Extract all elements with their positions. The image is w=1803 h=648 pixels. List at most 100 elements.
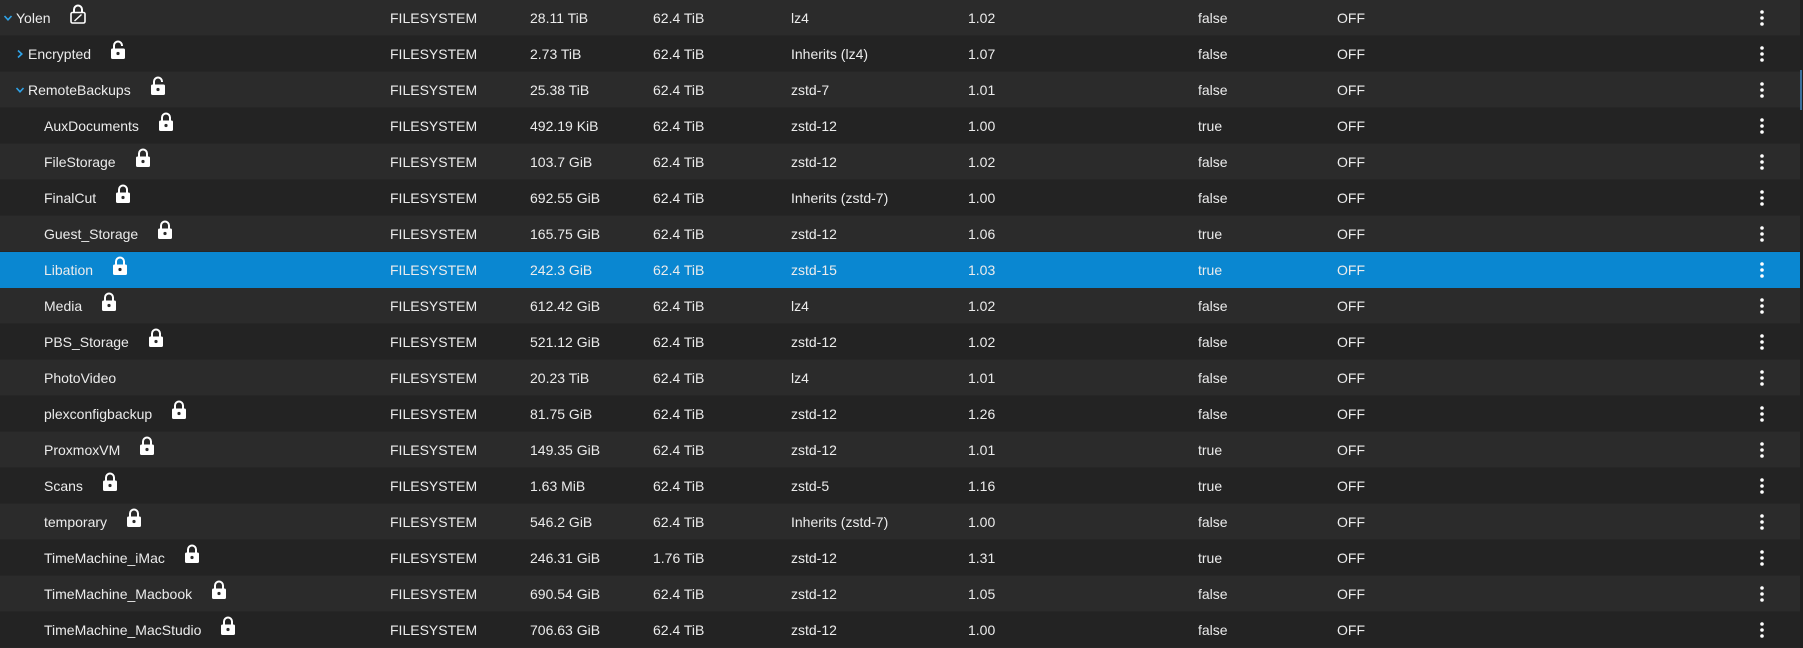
table-row[interactable]: ProxmoxVM FILESYSTEM 149.35 GiB 62.4 TiB zst…	[0, 432, 1800, 468]
more-vertical-icon[interactable]	[1759, 369, 1765, 387]
more-vertical-icon[interactable]	[1759, 225, 1765, 243]
table-row[interactable]: Media FILESYSTEM 612.42 GiB 62.4 TiB lz4 1.02…	[0, 288, 1800, 324]
row-actions-button[interactable]	[1750, 144, 1774, 180]
chevron-right-icon[interactable]	[12, 46, 28, 62]
more-vertical-icon[interactable]	[1759, 117, 1765, 135]
table-row[interactable]: Guest_Storage FILESYSTEM 165.75 GiB 62.4 Ti…	[0, 216, 1800, 252]
unlock-icon[interactable]	[149, 76, 167, 96]
dataset-name: PBS_Storage	[44, 334, 129, 350]
row-actions-button[interactable]	[1750, 36, 1774, 72]
dataset-name-cell[interactable]: Guest_Storage	[0, 216, 424, 252]
lock-icon[interactable]	[183, 544, 201, 564]
lock-icon[interactable]	[147, 328, 165, 348]
table-row[interactable]: FinalCut FILESYSTEM 692.55 GiB 62.4 TiB Inhe…	[0, 180, 1800, 216]
dataset-name-cell[interactable]: FileStorage	[0, 144, 424, 180]
dataset-name-cell[interactable]: TimeMachine_iMac	[0, 540, 424, 576]
row-actions-button[interactable]	[1750, 468, 1774, 504]
encryption-root-lock-icon[interactable]	[69, 4, 87, 24]
row-actions-button[interactable]	[1750, 432, 1774, 468]
table-row[interactable]: PBS_Storage FILESYSTEM 521.12 GiB 62.4 TiB z…	[0, 324, 1800, 360]
lock-icon[interactable]	[101, 472, 119, 492]
more-vertical-icon[interactable]	[1759, 585, 1765, 603]
dataset-name-cell[interactable]: FinalCut	[0, 180, 424, 216]
row-actions-button[interactable]	[1750, 396, 1774, 432]
dataset-type: FILESYSTEM	[390, 514, 478, 530]
table-row[interactable]: plexconfigbackup FILESYSTEM 81.75 GiB 62.4 …	[0, 396, 1800, 432]
lock-icon[interactable]	[114, 184, 132, 204]
unlock-icon[interactable]	[109, 40, 127, 60]
dataset-name-cell[interactable]: Media	[0, 288, 424, 324]
more-vertical-icon[interactable]	[1759, 45, 1765, 63]
lock-icon[interactable]	[111, 256, 129, 276]
lock-icon[interactable]	[219, 616, 237, 636]
table-row[interactable]: FileStorage FILESYSTEM 103.7 GiB 62.4 TiB zs…	[0, 144, 1800, 180]
dataset-name-cell[interactable]: Yolen	[0, 0, 380, 36]
table-row[interactable]: TimeMachine_MacStudio FILESYSTEM 706.63 Gi…	[0, 612, 1800, 648]
more-vertical-icon[interactable]	[1759, 81, 1765, 99]
more-vertical-icon[interactable]	[1759, 189, 1765, 207]
row-actions-button[interactable]	[1750, 612, 1774, 648]
scroll-indicator[interactable]	[1800, 70, 1802, 110]
lock-icon[interactable]	[170, 400, 188, 420]
lock-icon[interactable]	[100, 292, 118, 312]
dataset-name-cell[interactable]: Libation	[0, 252, 424, 288]
row-actions-button[interactable]	[1750, 324, 1774, 360]
row-actions-button[interactable]	[1750, 0, 1774, 36]
dataset-name-cell[interactable]: RemoteBackups	[0, 72, 392, 108]
dataset-name-cell[interactable]: TimeMachine_MacStudio	[0, 612, 424, 648]
row-actions-button[interactable]	[1750, 576, 1774, 612]
more-vertical-icon[interactable]	[1759, 405, 1765, 423]
more-vertical-icon[interactable]	[1759, 477, 1765, 495]
table-row[interactable]: PhotoVideo FILESYSTEM 20.23 TiB 62.4 TiB lz4…	[0, 360, 1800, 396]
chevron-down-icon[interactable]	[12, 82, 28, 98]
dataset-name-cell[interactable]: AuxDocuments	[0, 108, 424, 144]
more-vertical-icon[interactable]	[1759, 333, 1765, 351]
lock-icon[interactable]	[157, 112, 175, 132]
chevron-down-icon[interactable]	[0, 10, 16, 26]
dataset-readonly: false	[1198, 190, 1228, 206]
row-actions-button[interactable]	[1750, 216, 1774, 252]
dataset-name-cell[interactable]: ProxmoxVM	[0, 432, 424, 468]
dataset-rows: Yolen FILESYSTEM 28.11 TiB 62.4 TiB lz4 1.02 f…	[0, 0, 1803, 648]
dataset-name-cell[interactable]: temporary	[0, 504, 424, 540]
table-row[interactable]: TimeMachine_iMac FILESYSTEM 246.31 GiB 1.76…	[0, 540, 1800, 576]
row-actions-button[interactable]	[1750, 360, 1774, 396]
row-actions-button[interactable]	[1750, 72, 1774, 108]
dataset-readonly: false	[1198, 586, 1228, 602]
row-actions-button[interactable]	[1750, 288, 1774, 324]
row-actions-button[interactable]	[1750, 108, 1774, 144]
row-actions-button[interactable]	[1750, 180, 1774, 216]
more-vertical-icon[interactable]	[1759, 513, 1765, 531]
dataset-name-cell[interactable]: TimeMachine_Macbook	[0, 576, 424, 612]
lock-icon[interactable]	[134, 148, 152, 168]
table-row[interactable]: Yolen FILESYSTEM 28.11 TiB 62.4 TiB lz4 1.02 f…	[0, 0, 1800, 36]
dataset-name-cell[interactable]: PBS_Storage	[0, 324, 424, 360]
lock-icon[interactable]	[210, 580, 228, 600]
dataset-name-cell[interactable]: PhotoVideo	[0, 360, 424, 396]
table-row[interactable]: temporary FILESYSTEM 546.2 GiB 62.4 TiB Inhe…	[0, 504, 1800, 540]
row-actions-button[interactable]	[1750, 540, 1774, 576]
more-vertical-icon[interactable]	[1759, 297, 1765, 315]
table-row[interactable]: Encrypted FILESYSTEM 2.73 TiB 62.4 TiB Inher…	[0, 36, 1800, 72]
more-vertical-icon[interactable]	[1759, 153, 1765, 171]
row-actions-button[interactable]	[1750, 504, 1774, 540]
more-vertical-icon[interactable]	[1759, 549, 1765, 567]
lock-icon[interactable]	[125, 508, 143, 528]
dataset-type: FILESYSTEM	[390, 226, 478, 242]
lock-icon[interactable]	[138, 436, 156, 456]
dataset-dedup: OFF	[1337, 514, 1365, 530]
table-row[interactable]: AuxDocuments FILESYSTEM 492.19 KiB 62.4 TiB…	[0, 108, 1800, 144]
more-vertical-icon[interactable]	[1759, 441, 1765, 459]
dataset-name-cell[interactable]: plexconfigbackup	[0, 396, 424, 432]
table-row[interactable]: Libation FILESYSTEM 242.3 GiB 62.4 TiB zstd-…	[0, 252, 1800, 288]
more-vertical-icon[interactable]	[1759, 261, 1765, 279]
table-row[interactable]: Scans FILESYSTEM 1.63 MiB 62.4 TiB zstd-5 1.1…	[0, 468, 1800, 504]
lock-icon[interactable]	[156, 220, 174, 240]
more-vertical-icon[interactable]	[1759, 9, 1765, 27]
row-actions-button[interactable]	[1750, 252, 1774, 288]
more-vertical-icon[interactable]	[1759, 621, 1765, 639]
dataset-name-cell[interactable]: Scans	[0, 468, 424, 504]
dataset-name-cell[interactable]: Encrypted	[0, 36, 392, 72]
table-row[interactable]: RemoteBackups FILESYSTEM 25.38 TiB 62.4 TiB…	[0, 72, 1800, 108]
table-row[interactable]: TimeMachine_Macbook FILESYSTEM 690.54 GiB 6…	[0, 576, 1800, 612]
